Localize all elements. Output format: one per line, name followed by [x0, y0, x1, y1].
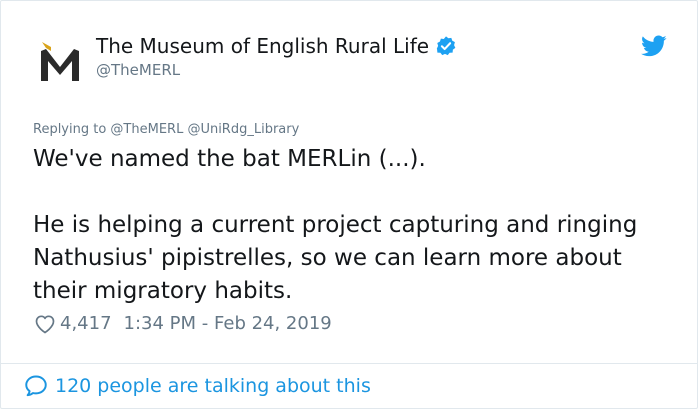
heart-icon[interactable]	[33, 312, 57, 336]
twitter-bird-icon[interactable]	[641, 33, 667, 59]
display-name[interactable]: The Museum of English Rural Life	[96, 33, 429, 59]
divider	[1, 363, 697, 364]
conversation-count: 120 people are talking about this	[55, 375, 371, 397]
speech-bubble-icon	[25, 375, 47, 397]
tweet-meta: 4,417 1:34 PM - Feb 24, 2019	[33, 312, 332, 336]
avatar[interactable]	[33, 35, 87, 89]
replying-to[interactable]: Replying to @TheMERL @UniRdg_Library	[33, 121, 299, 139]
tweet-card: The Museum of English Rural Life @TheMER…	[0, 0, 698, 409]
author-block[interactable]: The Museum of English Rural Life @TheMER…	[96, 33, 457, 80]
like-count[interactable]: 4,417	[60, 312, 112, 336]
timestamp[interactable]: 1:34 PM - Feb 24, 2019	[124, 312, 332, 336]
conversation-link[interactable]: 120 people are talking about this	[23, 373, 371, 399]
verified-badge-icon	[436, 36, 456, 56]
display-name-row: The Museum of English Rural Life	[96, 33, 457, 59]
merl-logo-icon	[41, 42, 79, 81]
handle[interactable]: @TheMERL	[96, 60, 457, 80]
tweet-text: We've named the bat MERLin (...). He is …	[33, 146, 638, 304]
